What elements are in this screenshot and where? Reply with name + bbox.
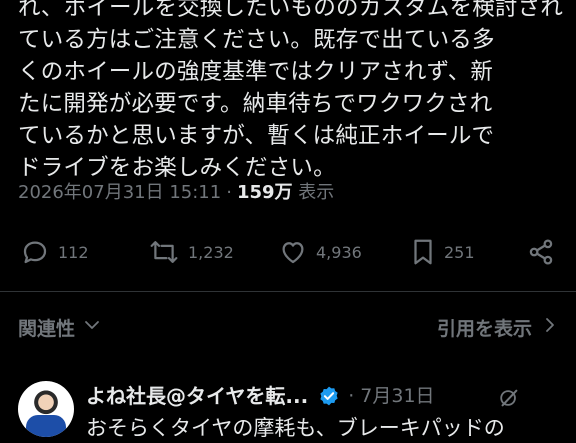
post-text-line: くのホイールの強度基準ではクリアされず、新 (18, 59, 494, 85)
chevron-down-icon (83, 316, 101, 339)
meta-separator: · (226, 182, 232, 203)
divider (0, 291, 576, 292)
related-bar: 関連性 引用を表示 (0, 306, 576, 350)
reply-text: おそらくタイヤの摩耗も、ブレーキパッドの (86, 416, 505, 440)
post-text-line: れ、ホイールを交換したいもののカスタムを検討され (18, 0, 564, 21)
post-text: れ、ホイールを交換したいもののカスタムを検討され ている方はご注意ください。既存… (18, 0, 566, 184)
view-quotes-link[interactable]: 引用を表示 (437, 314, 556, 341)
quotes-label: 引用を表示 (436, 318, 532, 340)
sort-relevance-dropdown[interactable]: 関連性 (18, 314, 101, 341)
repost-count: 1,232 (188, 242, 234, 262)
grok-icon[interactable] (498, 387, 520, 413)
post-text-line: たに開発が必要です。納車待ちでワクワクされ (18, 91, 493, 117)
sort-label: 関連性 (18, 318, 76, 340)
repost-icon (148, 237, 180, 267)
post-text-line: ている方はご注意ください。既存で出ている多 (18, 27, 495, 53)
views-count: 159万 (236, 182, 293, 203)
like-count: 4,936 (316, 242, 362, 262)
heart-icon (278, 237, 308, 267)
bookmark-icon (410, 237, 436, 267)
reply-icon (20, 237, 50, 267)
chevron-right-icon (544, 316, 556, 339)
post-timestamp[interactable]: 2026年07月31日 15:11 (18, 182, 221, 203)
views-label: 表示 (298, 182, 335, 203)
reply-count: 112 (58, 242, 89, 262)
verified-badge-icon (318, 385, 340, 407)
reply-author-name[interactable]: よね社長@タイヤを転... (86, 381, 308, 411)
post-meta: 2026年07月31日 15:11 · 159万 表示 (18, 178, 334, 208)
bookmark-count: 251 (444, 242, 475, 262)
avatar-shirt (26, 415, 66, 437)
bookmark-button[interactable]: 251 (410, 230, 475, 274)
share-button[interactable] (526, 230, 556, 274)
like-button[interactable]: 4,936 (278, 230, 362, 274)
avatar[interactable] (18, 381, 74, 437)
reply-item[interactable]: よね社長@タイヤを転... · 7月31日 おそらくタイヤの摩耗も、ブレーキパッ… (0, 375, 576, 440)
share-icon (526, 237, 556, 267)
reply-date: · 7月31日 (348, 385, 435, 407)
repost-button[interactable]: 1,232 (148, 230, 234, 274)
reply-header: よね社長@タイヤを転... · 7月31日 (86, 381, 435, 411)
action-bar: 112 1,232 4,936 251 (0, 230, 576, 274)
post-text-line: ているかと思いますが、暫くは純正ホイールで (18, 123, 495, 149)
reply-button[interactable]: 112 (20, 230, 89, 274)
